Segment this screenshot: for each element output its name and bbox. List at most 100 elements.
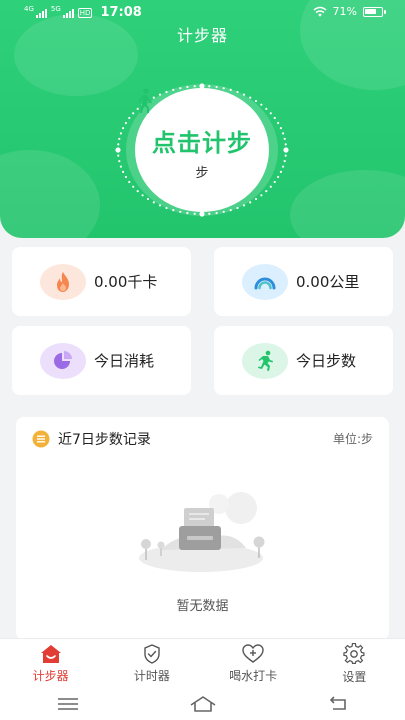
dial-tick (117, 143, 120, 146)
dial-tick (260, 194, 263, 197)
signal-icon (35, 8, 47, 18)
empty-box-illustration (139, 492, 265, 572)
tab-timer[interactable]: 计时器 (101, 639, 202, 688)
back-icon (329, 696, 346, 710)
tab-water-checkin[interactable]: 喝水打卡 (203, 639, 304, 688)
tab-pedometer[interactable]: 计步器 (0, 639, 101, 688)
tab-label: 计时器 (133, 668, 170, 683)
calories-value: 0.00千卡 (94, 273, 158, 291)
today-consumption-label: 今日消耗 (94, 352, 155, 370)
today-steps-card[interactable]: 今日步数 (214, 326, 393, 395)
network-type-2: 5G (50, 5, 61, 13)
dial-tick (119, 165, 122, 168)
tab-settings[interactable]: 设置 (304, 639, 405, 688)
dial-tick (283, 160, 286, 163)
walking-icon (138, 88, 152, 113)
hd-badge: HD (77, 7, 93, 18)
dial-tick (152, 201, 155, 204)
dial-tick (128, 116, 131, 120)
dial-tick (282, 132, 285, 135)
pie-chart-icon (54, 350, 72, 369)
status-bar: 4G 5G HD 17:08 71% (0, 0, 405, 24)
menu-icon (57, 698, 78, 710)
dial-tick (229, 88, 232, 91)
wifi-icon (313, 6, 327, 17)
home-outline-icon (190, 696, 215, 712)
list-icon (32, 430, 50, 448)
dial-tick (132, 112, 135, 115)
tab-label: 设置 (342, 669, 367, 684)
seven-day-record-panel: 近7日步数记录 单位:步 暂无数据 (16, 417, 389, 640)
running-icon-wrap (242, 342, 288, 379)
today-steps-label: 今日步数 (296, 352, 357, 370)
record-title: 近7日步数记录 (58, 432, 151, 448)
dial-tick (269, 112, 272, 115)
dial-tick (254, 99, 258, 103)
system-nav-bar (0, 688, 405, 720)
speedometer-icon-wrap (242, 263, 288, 300)
dial-tick (136, 190, 139, 193)
dial-tick (273, 180, 276, 184)
dial-major-dot (199, 211, 205, 217)
dial-tick (122, 127, 125, 130)
today-consumption-card[interactable]: 今日消耗 (12, 326, 191, 395)
battery-percent: 71% (332, 5, 357, 18)
decor-bubble (290, 170, 405, 238)
dial-tick (236, 206, 239, 210)
dial-center[interactable]: 点击计步 步 (135, 88, 269, 212)
dial-tick (236, 90, 239, 94)
dial-tick (179, 87, 182, 90)
dial-tick (165, 206, 168, 210)
tab-label: 计步器 (32, 668, 69, 683)
home-icon (40, 644, 61, 663)
dial-main-label: 点击计步 (152, 129, 252, 157)
dial-tick (158, 93, 162, 96)
dial-tick (122, 170, 125, 173)
dial-tick (124, 175, 127, 179)
dial-tick (119, 132, 122, 135)
dial-tick (179, 210, 182, 213)
flame-icon (57, 271, 69, 292)
back-nav-button[interactable] (308, 690, 368, 718)
dial-tick (165, 90, 168, 94)
dial-tick (222, 87, 225, 90)
dial-tick (193, 85, 196, 88)
dial-tick (193, 212, 196, 215)
gear-icon (343, 642, 365, 664)
network-type: 4G (24, 5, 34, 13)
empty-state-text: 暂无数据 (176, 599, 229, 614)
bottom-tab-bar: 计步器 计时器 喝水打卡 设置 (0, 638, 405, 688)
dial-tick (117, 154, 120, 157)
dial-tick (254, 197, 258, 201)
dial-tick (172, 88, 175, 91)
timer-shield-icon (144, 643, 160, 664)
menu-nav-button[interactable] (38, 690, 98, 718)
dial-tick (132, 185, 135, 188)
dial-tick (277, 175, 280, 179)
dial-tick (283, 137, 286, 140)
battery-icon (363, 6, 386, 17)
home-nav-button[interactable] (173, 690, 233, 718)
dial-tick (265, 107, 268, 110)
dial-tick (172, 209, 175, 212)
dial-tick (141, 194, 144, 197)
dial-tick (186, 85, 189, 89)
flame-icon-wrap (40, 263, 86, 300)
dial-tick (249, 201, 252, 204)
dial-tick (208, 85, 211, 88)
dial-tick (249, 96, 252, 99)
dial-tick (128, 180, 131, 184)
step-dial-button[interactable]: 点击计步 步 (113, 82, 291, 217)
dial-tick (158, 204, 162, 207)
calories-card: 0.00千卡 (12, 247, 191, 316)
page-title: 计步器 (176, 26, 228, 45)
dial-tick (242, 204, 246, 207)
dial-tick (118, 160, 121, 163)
dial-tick (215, 85, 218, 89)
dial-tick (186, 211, 189, 215)
dial-tick (284, 154, 287, 157)
dial-tick (282, 165, 285, 168)
dial-tick (265, 190, 268, 193)
dial-tick (242, 93, 246, 96)
signal-icon (62, 8, 74, 18)
